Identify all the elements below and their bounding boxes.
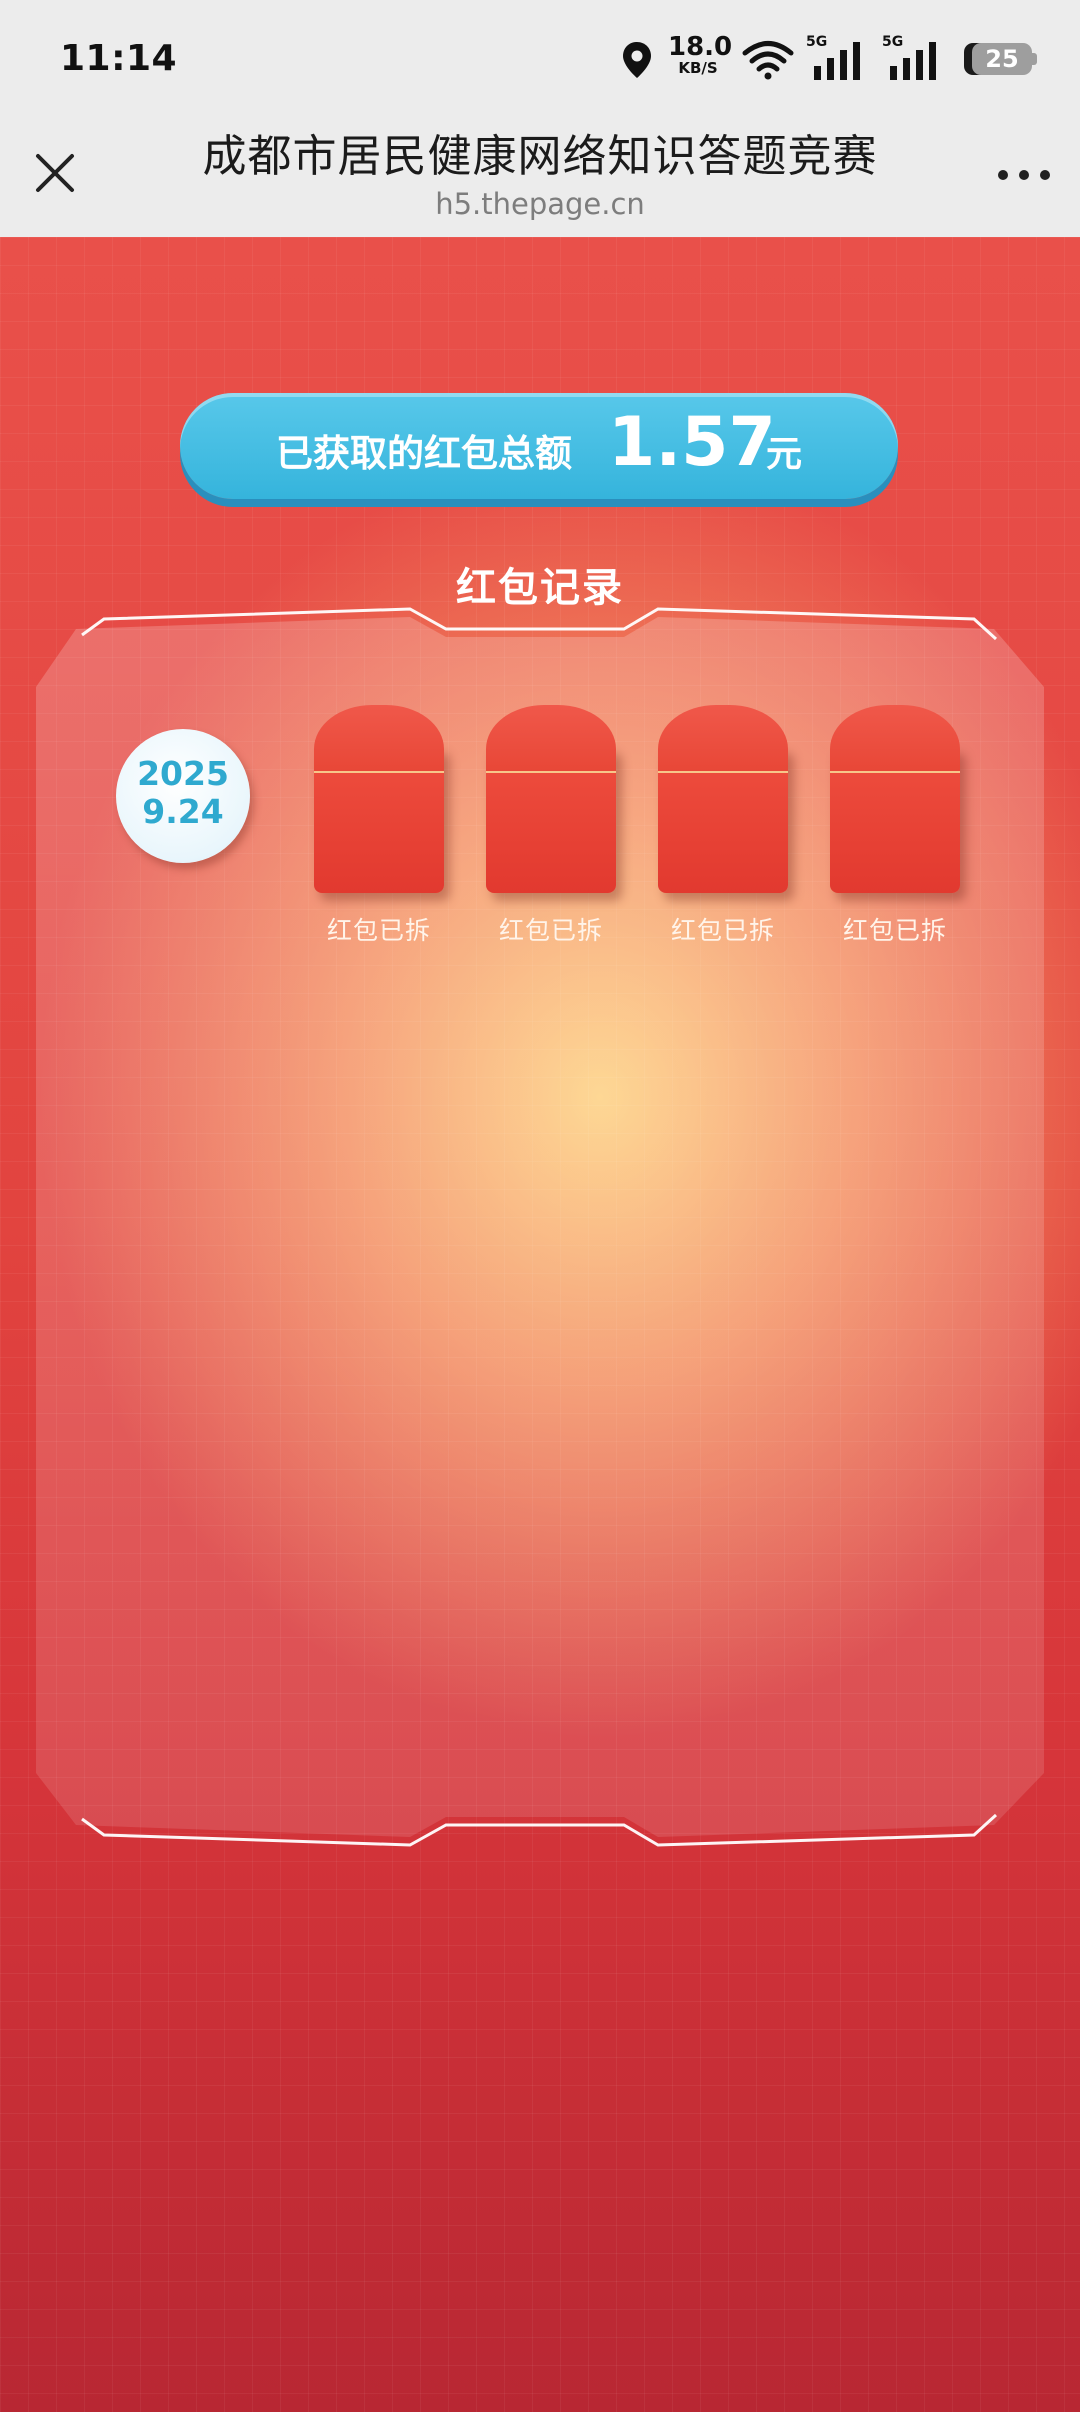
- envelope-status-label: 红包已拆: [326, 916, 431, 945]
- envelope-status-label: 红包已拆: [498, 916, 603, 945]
- status-icons: 18.0 KB/S 5G 5G 25: [620, 34, 1050, 86]
- cellular-signal-1: 5G: [806, 34, 866, 84]
- total-amount-banner: 已获取的红包总额 1.57 元: [180, 393, 898, 499]
- date-day: 9.24: [142, 792, 224, 831]
- network-speed-unit: KB/S: [678, 59, 718, 77]
- date-year: 2025: [137, 754, 229, 793]
- envelope-flap: [486, 705, 616, 773]
- red-envelope-page: 已获取的红包总额 1.57 元 红包记录 2025 9.24 红包已拆 红包已拆…: [0, 237, 1080, 2412]
- wifi-icon: [742, 41, 794, 80]
- red-envelope-4[interactable]: 红包已拆: [830, 705, 960, 945]
- envelope-status-label: 红包已拆: [670, 916, 775, 945]
- battery-tip: [1032, 53, 1037, 65]
- record-section-title: 红包记录: [456, 565, 624, 611]
- page-title: 成都市居民健康网络知识答题竞赛: [202, 131, 878, 182]
- more-options-icon[interactable]: [996, 164, 1052, 188]
- red-envelope-3[interactable]: 红包已拆: [658, 705, 788, 945]
- signal-bars-icon: [814, 42, 860, 80]
- envelope-flap: [658, 705, 788, 773]
- cellular-signal-2: 5G: [882, 34, 942, 84]
- total-amount-value: 1.57: [608, 403, 776, 482]
- envelope-flap: [830, 705, 960, 773]
- status-time: 11:14: [60, 38, 178, 79]
- battery-level: 25: [972, 43, 1032, 75]
- envelope-flap: [314, 705, 444, 773]
- location-icon: [623, 42, 651, 78]
- red-envelope-1[interactable]: 红包已拆: [314, 705, 444, 945]
- red-envelope-2[interactable]: 红包已拆: [486, 705, 616, 945]
- close-icon[interactable]: [30, 148, 80, 198]
- network-speed-value: 18.0: [668, 32, 733, 62]
- browser-title-bar: 成都市居民健康网络知识答题竞赛 h5.thepage.cn: [0, 124, 1080, 238]
- status-bar: 11:14 18.0 KB/S 5G 5G 25: [0, 0, 1080, 124]
- network-speed: 18.0 KB/S: [668, 32, 733, 77]
- signal-bars-icon: [890, 42, 936, 80]
- total-amount-label: 已获取的红包总额: [276, 432, 572, 475]
- title-block: 成都市居民健康网络知识答题竞赛 h5.thepage.cn: [150, 126, 930, 222]
- date-badge: 2025 9.24: [116, 729, 250, 863]
- page-url: h5.thepage.cn: [435, 187, 645, 221]
- total-amount-unit: 元: [766, 434, 803, 475]
- envelope-status-label: 红包已拆: [842, 916, 947, 945]
